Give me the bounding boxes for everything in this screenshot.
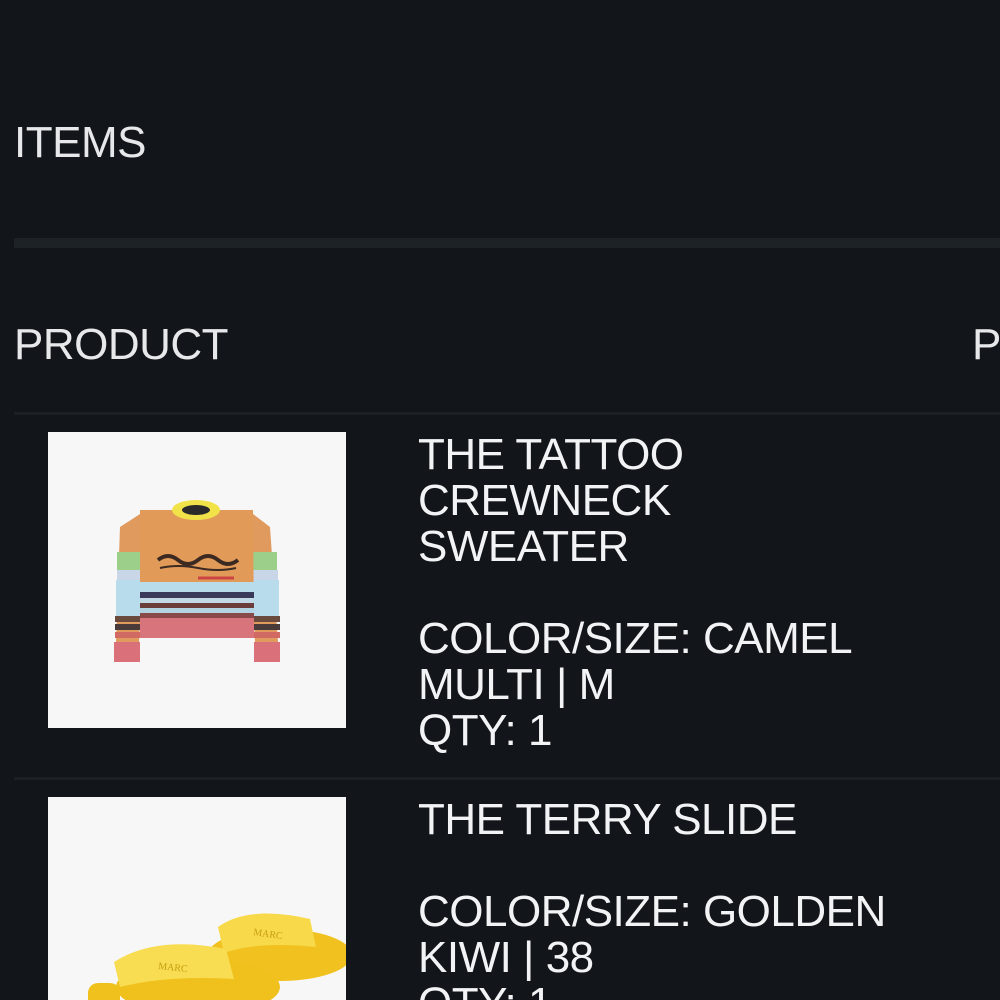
price-column-header: P (972, 320, 1000, 369)
product-quantity: QTY: 1 (418, 706, 552, 755)
product-color-size: COLOR/SIZE: CAMEL MULTI | M (418, 616, 988, 708)
product-details-slide: THE TERRY SLIDE COLOR/SIZE: GOLDEN KIWI … (418, 797, 988, 1000)
product-image-sweater[interactable] (48, 432, 346, 728)
product-name-line: SWEATER (418, 522, 629, 571)
header-divider (14, 412, 1000, 415)
color-size-line: COLOR/SIZE: GOLDEN (418, 887, 886, 936)
product-quantity: QTY: 1 (418, 981, 988, 1000)
color-size-line: MULTI | M (418, 660, 615, 709)
product-name[interactable]: THE TERRY SLIDE (418, 797, 988, 843)
product-color-size: COLOR/SIZE: GOLDEN KIWI | 38 (418, 889, 988, 981)
sweater-image (114, 500, 280, 662)
product-name-line: THE TERRY SLIDE (418, 795, 797, 844)
product-name-line: THE TATTOO (418, 430, 684, 479)
product-name-line: CREWNECK (418, 476, 671, 525)
product-image-slide[interactable]: MARC MARC (48, 797, 346, 1000)
product-column-header: PRODUCT (14, 320, 229, 369)
section-divider (14, 238, 1000, 248)
product-name[interactable]: THE TATTOO CREWNECK SWEATER (418, 432, 988, 570)
color-size-line: COLOR/SIZE: CAMEL (418, 614, 853, 663)
color-size-line: KIWI | 38 (418, 933, 594, 982)
product-details-sweater: THE TATTOO CREWNECK SWEATER COLOR/SIZE: … (418, 432, 988, 754)
row-divider (14, 777, 1000, 780)
slide-sandal-image: MARC MARC (88, 913, 346, 1000)
items-section-title: ITEMS (14, 118, 146, 167)
